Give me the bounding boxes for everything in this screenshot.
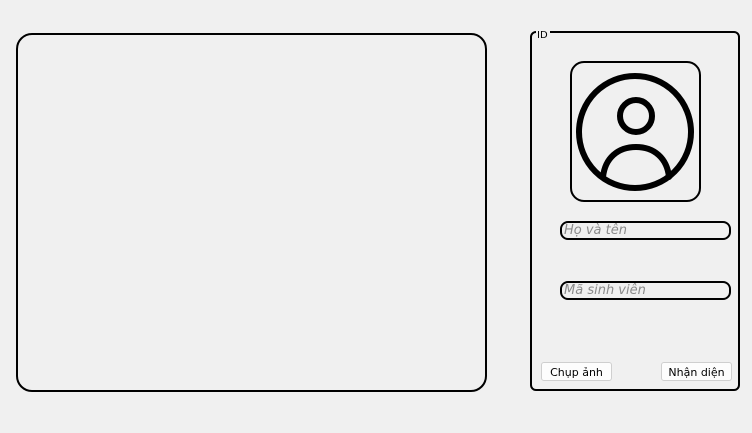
- full-name-field[interactable]: [560, 221, 731, 240]
- student-id-field[interactable]: [560, 281, 731, 300]
- id-group-title: ID: [536, 30, 550, 42]
- user-avatar-icon: [576, 73, 694, 191]
- recognize-button[interactable]: Nhận diện: [661, 362, 732, 381]
- capture-photo-button[interactable]: Chụp ảnh: [541, 362, 612, 381]
- camera-preview-panel: [16, 33, 487, 392]
- avatar-frame: [570, 61, 701, 202]
